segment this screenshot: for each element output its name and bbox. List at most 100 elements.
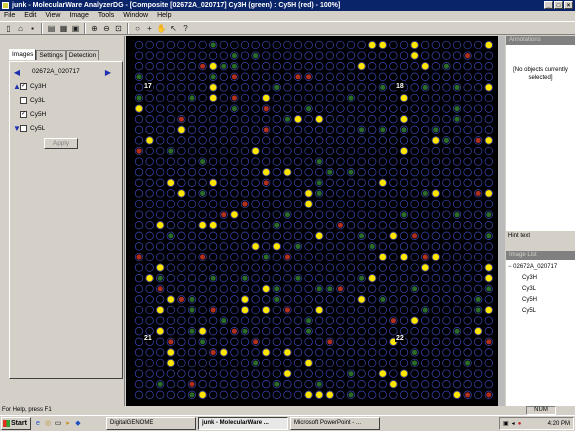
spot-outline <box>209 327 218 336</box>
menu-view[interactable]: View <box>45 11 60 21</box>
spot <box>199 391 206 399</box>
tab-images[interactable]: Images <box>9 49 37 60</box>
select-icon[interactable]: ↖ <box>168 23 179 34</box>
next-dataset-icon[interactable]: ▶ <box>104 68 112 77</box>
task-analyzerdg[interactable]: junk - MolecularWare ... <box>198 417 288 430</box>
menu-edit[interactable]: Edit <box>24 11 36 21</box>
spot-outline <box>431 178 440 187</box>
tree-item-cy3l[interactable]: Cy3L <box>508 284 557 295</box>
channel-checkbox-checked[interactable]: ✓ <box>20 82 27 90</box>
spot-outline <box>283 231 292 240</box>
film-icon[interactable]: ▤ <box>46 23 57 34</box>
outlook-icon[interactable]: ◎ <box>44 420 52 428</box>
spot-outline <box>293 337 303 346</box>
tree-root[interactable]: − 02672A_020717 <box>508 262 557 273</box>
spot-outline <box>463 178 472 187</box>
spot-outline <box>251 136 260 145</box>
spot-grid[interactable] <box>126 36 505 406</box>
desktop-icon[interactable]: ▭ <box>54 420 62 428</box>
menu-image[interactable]: Image <box>69 11 88 21</box>
menu-file[interactable]: File <box>4 11 15 21</box>
crosshair-icon[interactable]: + <box>144 23 155 34</box>
save-icon[interactable]: ▪ <box>27 23 38 34</box>
zoom-fit-icon[interactable]: ⊡ <box>113 23 124 34</box>
channel-checkbox[interactable] <box>20 124 27 132</box>
zoom-out-icon[interactable]: ⊖ <box>101 23 112 34</box>
spot-outline <box>452 72 462 81</box>
spot-outline <box>304 115 313 124</box>
spot-outline <box>431 348 440 357</box>
spot-outline <box>399 316 409 325</box>
spot <box>262 94 270 102</box>
microarray-image[interactable]: 17 18 21 22 <box>126 36 505 406</box>
spot-outline <box>283 157 292 166</box>
task-powerpoint[interactable]: Microsoft PowerPoint - ... <box>290 417 380 430</box>
tree-item-cy5h[interactable]: Cy5H <box>508 295 557 306</box>
new-icon[interactable]: ▯ <box>3 23 14 34</box>
channel-cy3h[interactable]: ✓ Cy3H <box>20 81 46 91</box>
channel-cy5l[interactable]: Cy5L <box>20 123 45 133</box>
spot <box>454 106 460 112</box>
spot <box>400 115 408 123</box>
app-icon[interactable]: ◆ <box>74 420 82 428</box>
menu-window[interactable]: Window <box>123 11 148 21</box>
zoom-in-icon[interactable]: ⊕ <box>89 23 100 34</box>
antivirus-icon[interactable]: ● <box>518 421 522 427</box>
spot-outline <box>463 115 472 124</box>
tree-item-cy5l[interactable]: Cy5L <box>508 306 557 317</box>
spot-outline <box>251 295 260 304</box>
spot <box>156 306 164 314</box>
spot-outline <box>177 380 186 389</box>
spot-outline <box>346 221 356 230</box>
open-icon[interactable]: ⌂ <box>15 23 26 34</box>
menu-tools[interactable]: Tools <box>98 11 114 21</box>
tree-item-cy3h[interactable]: Cy3H <box>508 273 557 284</box>
close-button[interactable]: × <box>564 1 573 9</box>
apply-button[interactable]: Apply <box>44 138 78 149</box>
network-icon[interactable]: ▣ <box>503 420 509 427</box>
spot-outline <box>240 189 250 198</box>
spot <box>485 274 493 282</box>
start-button[interactable]: Start <box>1 417 31 430</box>
maximize-button[interactable]: □ <box>554 1 563 9</box>
spot-outline <box>463 337 472 346</box>
spot-outline <box>452 358 462 368</box>
spot-outline <box>368 62 377 71</box>
help-icon[interactable]: ? <box>180 23 191 34</box>
spot-outline <box>262 189 271 198</box>
spot-outline <box>389 115 398 124</box>
image-list-pane: Image List − 02672A_020717 Cy3H Cy3L Cy5… <box>506 251 575 406</box>
channel-checkbox-checked[interactable]: ✓ <box>20 110 27 118</box>
volume-icon[interactable]: ◂ <box>512 420 515 427</box>
windows-logo-icon <box>3 420 10 427</box>
media-icon[interactable]: ▸ <box>64 420 72 428</box>
minimize-button[interactable]: _ <box>544 1 553 9</box>
spot-outline <box>198 263 207 272</box>
spot-outline <box>474 390 483 399</box>
hand-icon[interactable]: ✋ <box>156 23 167 34</box>
search-icon[interactable]: ○ <box>132 23 143 34</box>
channel-cy3l[interactable]: Cy3L <box>20 95 45 105</box>
spot-outline <box>304 178 313 187</box>
spot-outline <box>187 316 197 325</box>
tab-settings[interactable]: Settings <box>36 50 66 60</box>
export-icon[interactable]: ▦ <box>58 23 69 34</box>
app-icon[interactable] <box>2 2 9 9</box>
channel-checkbox[interactable] <box>20 96 27 104</box>
spot-outline <box>442 115 451 124</box>
menu-help[interactable]: Help <box>157 11 171 21</box>
prev-dataset-icon[interactable]: ◀ <box>13 68 21 77</box>
tab-detection[interactable]: Detection <box>65 50 100 60</box>
spot-outline <box>431 210 440 219</box>
spot-outline <box>346 51 356 60</box>
spot-outline <box>421 327 430 336</box>
spot <box>263 254 269 260</box>
task-digitalgenome[interactable]: DigitalGENOME <box>106 417 196 430</box>
image-scrollbar[interactable] <box>498 36 505 406</box>
spot-outline <box>166 263 175 272</box>
image-icon[interactable]: ▣ <box>70 23 81 34</box>
spot-outline <box>389 125 398 134</box>
spot-outline <box>378 136 387 145</box>
ie-icon[interactable]: e <box>34 420 42 428</box>
channel-cy5h[interactable]: ✓ Cy5H <box>20 109 46 119</box>
